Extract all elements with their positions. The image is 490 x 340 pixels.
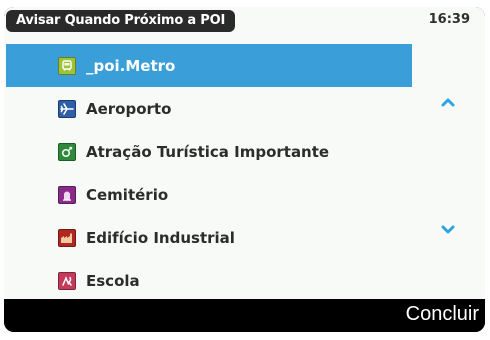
list-item-cemiterio[interactable]: Cemitério [6,173,412,216]
school-icon [58,271,76,290]
list-item-label: Atração Turística Importante [86,142,330,161]
airplane-icon [58,99,76,118]
list-item-metro[interactable]: _poi.Metro [6,44,412,87]
chevron-up-icon[interactable] [440,96,456,108]
list-item-label: Edifício Industrial [86,228,235,247]
list-item-aeroporto[interactable]: Aeroporto [6,87,412,130]
device-screen-frame: Avisar Quando Próximo a POI 16:39 _poi.M… [4,7,485,332]
concluir-button[interactable]: Concluir [406,303,479,326]
list-item-label: Aeroporto [86,99,172,118]
list-item-edificio-industrial[interactable]: Edifício Industrial [6,216,412,259]
list-item-atracao-turistica[interactable]: Atração Turística Importante [6,130,412,173]
industrial-building-icon [58,228,76,247]
list-item-escola[interactable]: Escola [6,259,412,302]
chevron-down-icon[interactable] [440,224,456,236]
title-bar: Avisar Quando Próximo a POI 16:39 [4,7,485,32]
screen-area: Avisar Quando Próximo a POI 16:39 _poi.M… [4,7,485,299]
list-item-label: Cemitério [86,185,169,204]
list-item-label: _poi.Metro [86,56,176,75]
metro-icon [58,56,76,75]
list-item-label: Escola [86,271,140,290]
screen-title: Avisar Quando Próximo a POI [6,10,236,32]
tourist-attraction-icon [58,142,76,161]
clock: 16:39 [428,12,470,27]
cemetery-icon [58,185,76,204]
softkey-bar: Concluir [4,299,485,332]
